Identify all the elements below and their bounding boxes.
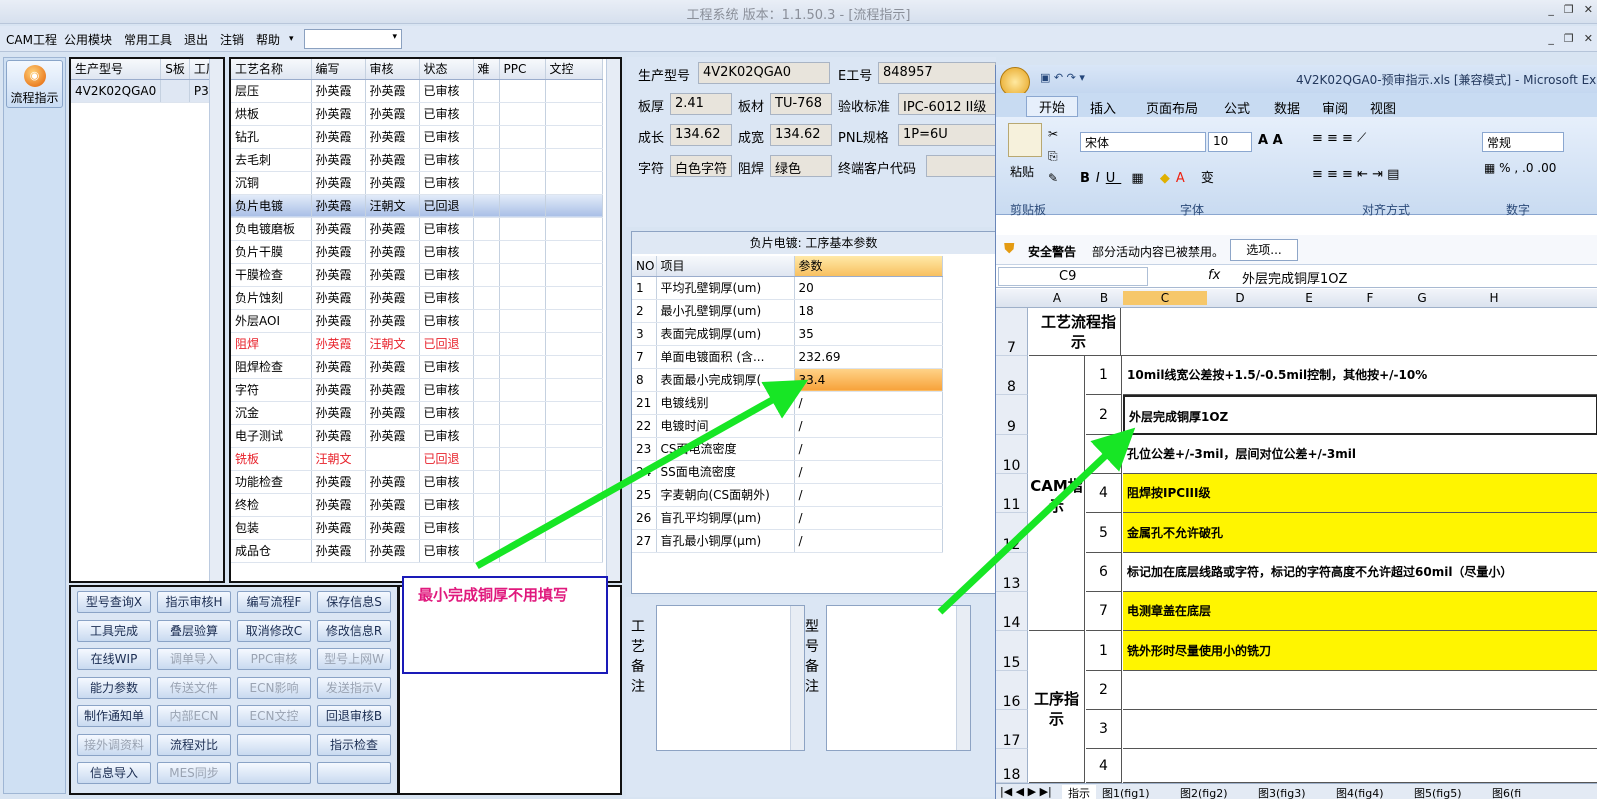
annotation-arrows xyxy=(475,379,1136,615)
arrow-to-param xyxy=(475,379,809,570)
arrow-to-excel xyxy=(937,427,1136,615)
